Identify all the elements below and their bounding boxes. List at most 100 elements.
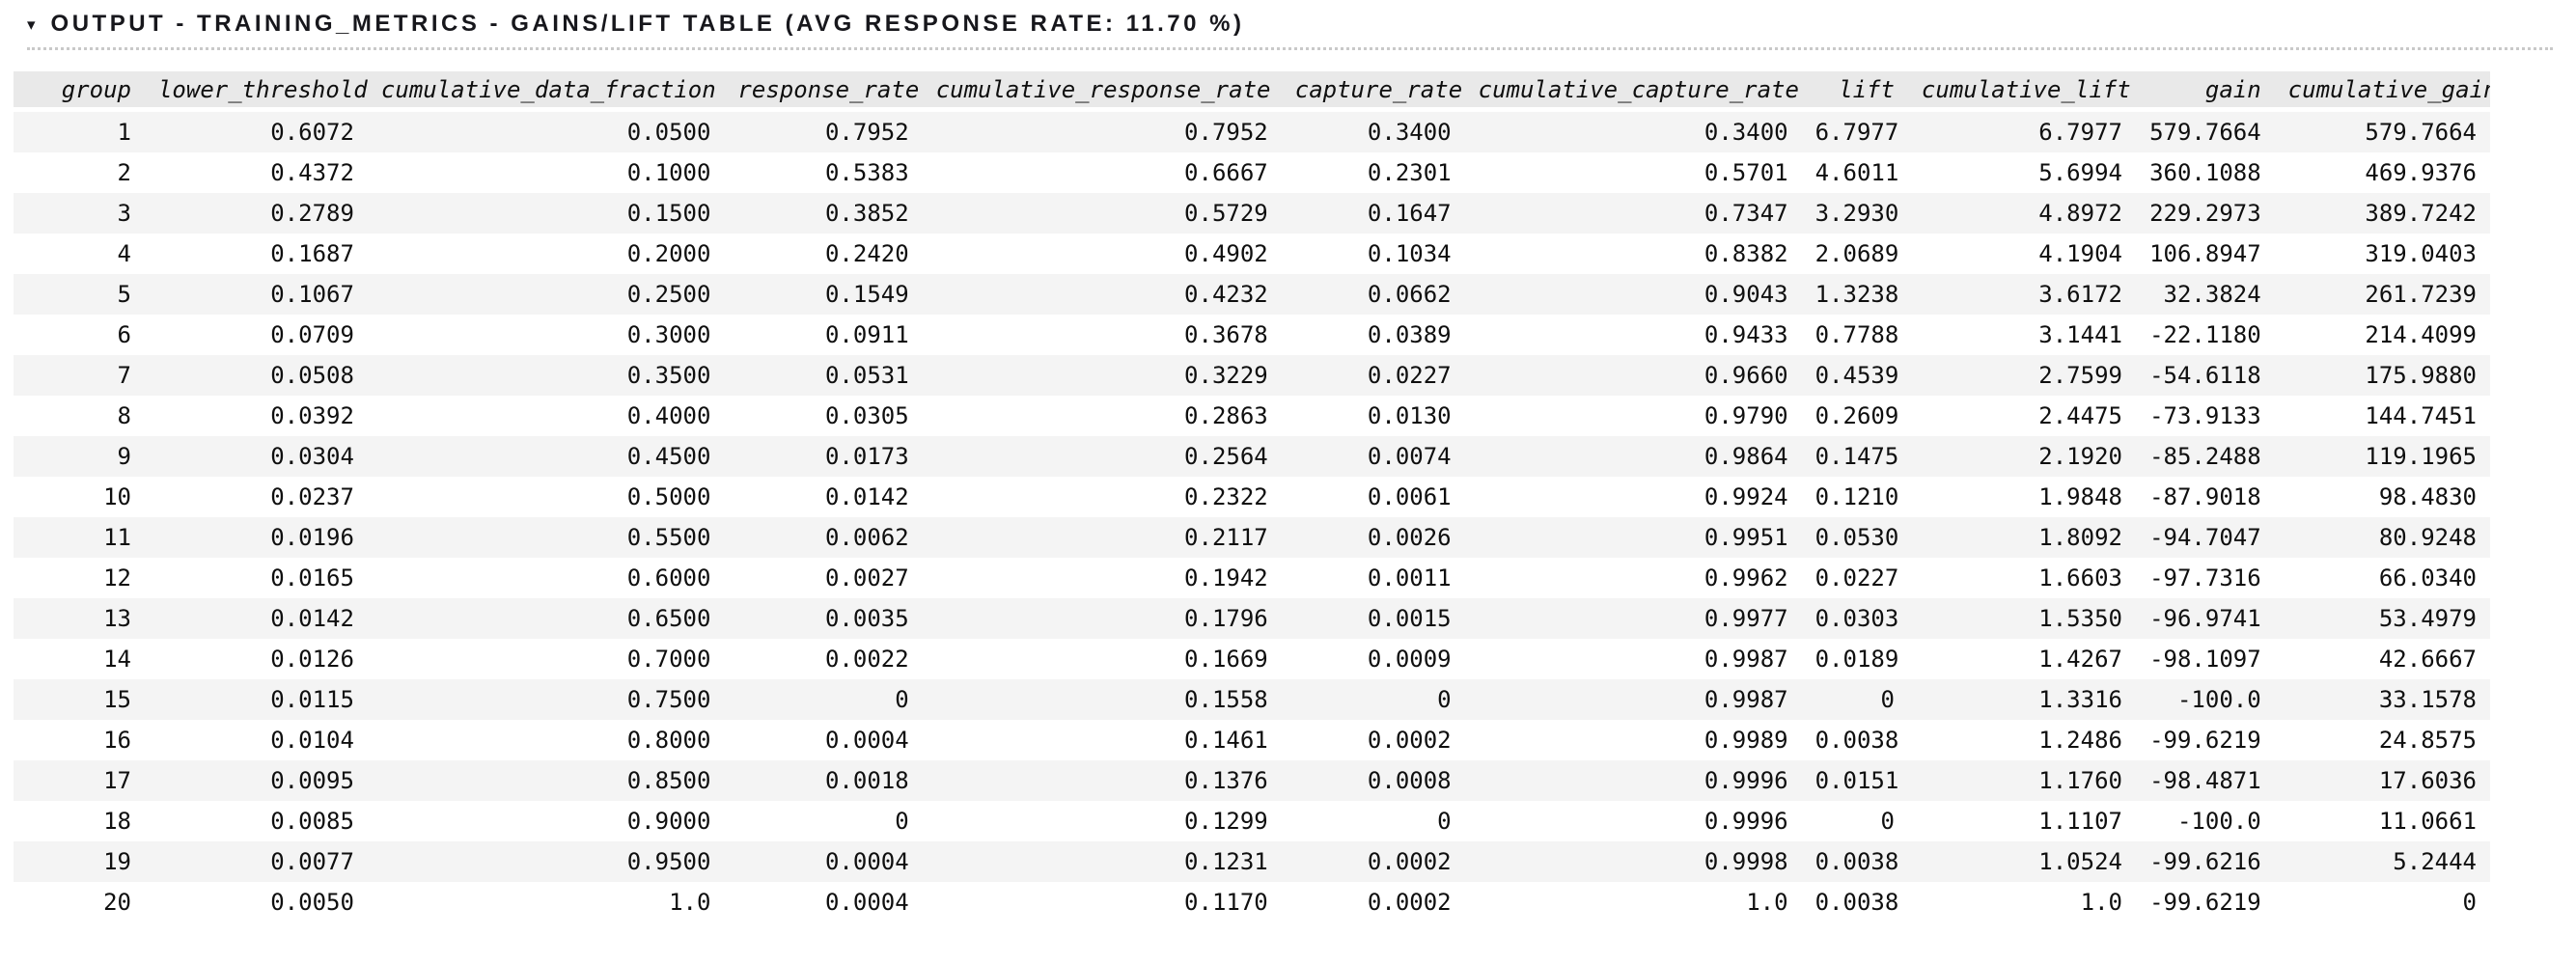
cell-group: 6: [14, 315, 145, 355]
cell-cumulative_response_rate: 0.3678: [923, 315, 1282, 355]
cell-cumulative_lift: 4.8972: [1908, 193, 2136, 234]
cell-lift: 0.0038: [1802, 882, 1908, 922]
column-header-cumulative_gain: cumulative_gain: [2275, 71, 2490, 112]
cell-capture_rate: 0.0130: [1282, 396, 1465, 436]
cell-cumulative_capture_rate: 0.9989: [1465, 720, 1802, 760]
cell-lower_threshold: 0.0085: [145, 801, 368, 841]
table-row: 40.16870.20000.24200.49020.10340.83822.0…: [14, 234, 2490, 274]
cell-lower_threshold: 0.0077: [145, 841, 368, 882]
cell-gain: 106.8947: [2136, 234, 2275, 274]
cell-group: 2: [14, 152, 145, 193]
cell-cumulative_capture_rate: 0.7347: [1465, 193, 1802, 234]
cell-cumulative_response_rate: 0.4902: [923, 234, 1282, 274]
table-row: 50.10670.25000.15490.42320.06620.90431.3…: [14, 274, 2490, 315]
cell-cumulative_data_fraction: 0.1500: [368, 193, 725, 234]
cell-gain: -96.9741: [2136, 598, 2275, 639]
cell-cumulative_response_rate: 0.2863: [923, 396, 1282, 436]
cell-gain: -97.7316: [2136, 558, 2275, 598]
cell-lower_threshold: 0.4372: [145, 152, 368, 193]
cell-lower_threshold: 0.0196: [145, 517, 368, 558]
table-row: 10.60720.05000.79520.79520.34000.34006.7…: [14, 112, 2490, 152]
cell-cumulative_data_fraction: 0.7500: [368, 679, 725, 720]
cell-cumulative_response_rate: 0.3229: [923, 355, 1282, 396]
cell-gain: -73.9133: [2136, 396, 2275, 436]
cell-cumulative_gain: 119.1965: [2275, 436, 2490, 477]
cell-cumulative_capture_rate: 0.9962: [1465, 558, 1802, 598]
cell-lift: 0.2609: [1802, 396, 1908, 436]
cell-cumulative_data_fraction: 0.5000: [368, 477, 725, 517]
cell-cumulative_gain: 144.7451: [2275, 396, 2490, 436]
cell-cumulative_gain: 319.0403: [2275, 234, 2490, 274]
cell-lift: 6.7977: [1802, 112, 1908, 152]
cell-response_rate: 0.0173: [724, 436, 922, 477]
cell-cumulative_gain: 389.7242: [2275, 193, 2490, 234]
cell-response_rate: 0.0142: [724, 477, 922, 517]
cell-gain: -100.0: [2136, 679, 2275, 720]
cell-cumulative_response_rate: 0.1299: [923, 801, 1282, 841]
cell-group: 14: [14, 639, 145, 679]
cell-cumulative_lift: 3.6172: [1908, 274, 2136, 315]
cell-cumulative_capture_rate: 0.9924: [1465, 477, 1802, 517]
section-title: OUTPUT - TRAINING_METRICS - GAINS/LIFT T…: [51, 10, 1245, 39]
cell-response_rate: 0.5383: [724, 152, 922, 193]
cell-lift: 2.0689: [1802, 234, 1908, 274]
cell-lift: 0.0038: [1802, 720, 1908, 760]
cell-lift: 0.4539: [1802, 355, 1908, 396]
cell-group: 16: [14, 720, 145, 760]
table-row: 60.07090.30000.09110.36780.03890.94330.7…: [14, 315, 2490, 355]
cell-cumulative_capture_rate: 0.9951: [1465, 517, 1802, 558]
cell-cumulative_response_rate: 0.2322: [923, 477, 1282, 517]
column-header-capture_rate: capture_rate: [1282, 71, 1465, 112]
cell-group: 1: [14, 112, 145, 152]
cell-capture_rate: 0.0015: [1282, 598, 1465, 639]
cell-cumulative_data_fraction: 0.8500: [368, 760, 725, 801]
cell-gain: 229.2973: [2136, 193, 2275, 234]
cell-cumulative_capture_rate: 0.9977: [1465, 598, 1802, 639]
cell-cumulative_capture_rate: 0.9790: [1465, 396, 1802, 436]
cell-cumulative_lift: 6.7977: [1908, 112, 2136, 152]
cell-lower_threshold: 0.6072: [145, 112, 368, 152]
table-row: 160.01040.80000.00040.14610.00020.99890.…: [14, 720, 2490, 760]
cell-group: 9: [14, 436, 145, 477]
output-section-header[interactable]: ▾ OUTPUT - TRAINING_METRICS - GAINS/LIFT…: [27, 10, 2553, 50]
cell-capture_rate: 0.1034: [1282, 234, 1465, 274]
cell-cumulative_gain: 98.4830: [2275, 477, 2490, 517]
cell-capture_rate: 0.0227: [1282, 355, 1465, 396]
collapse-caret-icon[interactable]: ▾: [27, 17, 36, 34]
cell-capture_rate: 0.0074: [1282, 436, 1465, 477]
table-row: 140.01260.70000.00220.16690.00090.99870.…: [14, 639, 2490, 679]
cell-group: 5: [14, 274, 145, 315]
cell-response_rate: 0.0022: [724, 639, 922, 679]
table-row: 180.00850.900000.129900.999601.1107-100.…: [14, 801, 2490, 841]
cell-cumulative_capture_rate: 1.0: [1465, 882, 1802, 922]
cell-lift: 0.0303: [1802, 598, 1908, 639]
cell-response_rate: 0.0004: [724, 882, 922, 922]
cell-capture_rate: 0.2301: [1282, 152, 1465, 193]
cell-lower_threshold: 0.0142: [145, 598, 368, 639]
cell-group: 15: [14, 679, 145, 720]
cell-group: 18: [14, 801, 145, 841]
cell-cumulative_data_fraction: 0.4500: [368, 436, 725, 477]
cell-cumulative_gain: 42.6667: [2275, 639, 2490, 679]
cell-cumulative_data_fraction: 0.2000: [368, 234, 725, 274]
cell-cumulative_response_rate: 0.6667: [923, 152, 1282, 193]
cell-cumulative_gain: 0: [2275, 882, 2490, 922]
cell-cumulative_response_rate: 0.1669: [923, 639, 1282, 679]
cell-cumulative_gain: 261.7239: [2275, 274, 2490, 315]
cell-gain: 32.3824: [2136, 274, 2275, 315]
cell-lift: 0.0151: [1802, 760, 1908, 801]
cell-lower_threshold: 0.1687: [145, 234, 368, 274]
cell-cumulative_data_fraction: 0.9000: [368, 801, 725, 841]
cell-response_rate: 0.0305: [724, 396, 922, 436]
cell-lift: 1.3238: [1802, 274, 1908, 315]
cell-lower_threshold: 0.0165: [145, 558, 368, 598]
cell-lift: 0: [1802, 679, 1908, 720]
cell-lift: 0: [1802, 801, 1908, 841]
cell-cumulative_data_fraction: 0.6000: [368, 558, 725, 598]
cell-group: 17: [14, 760, 145, 801]
cell-cumulative_data_fraction: 1.0: [368, 882, 725, 922]
table-row: 170.00950.85000.00180.13760.00080.99960.…: [14, 760, 2490, 801]
cell-capture_rate: 0.0002: [1282, 882, 1465, 922]
cell-lower_threshold: 0.0237: [145, 477, 368, 517]
cell-lift: 0.0530: [1802, 517, 1908, 558]
